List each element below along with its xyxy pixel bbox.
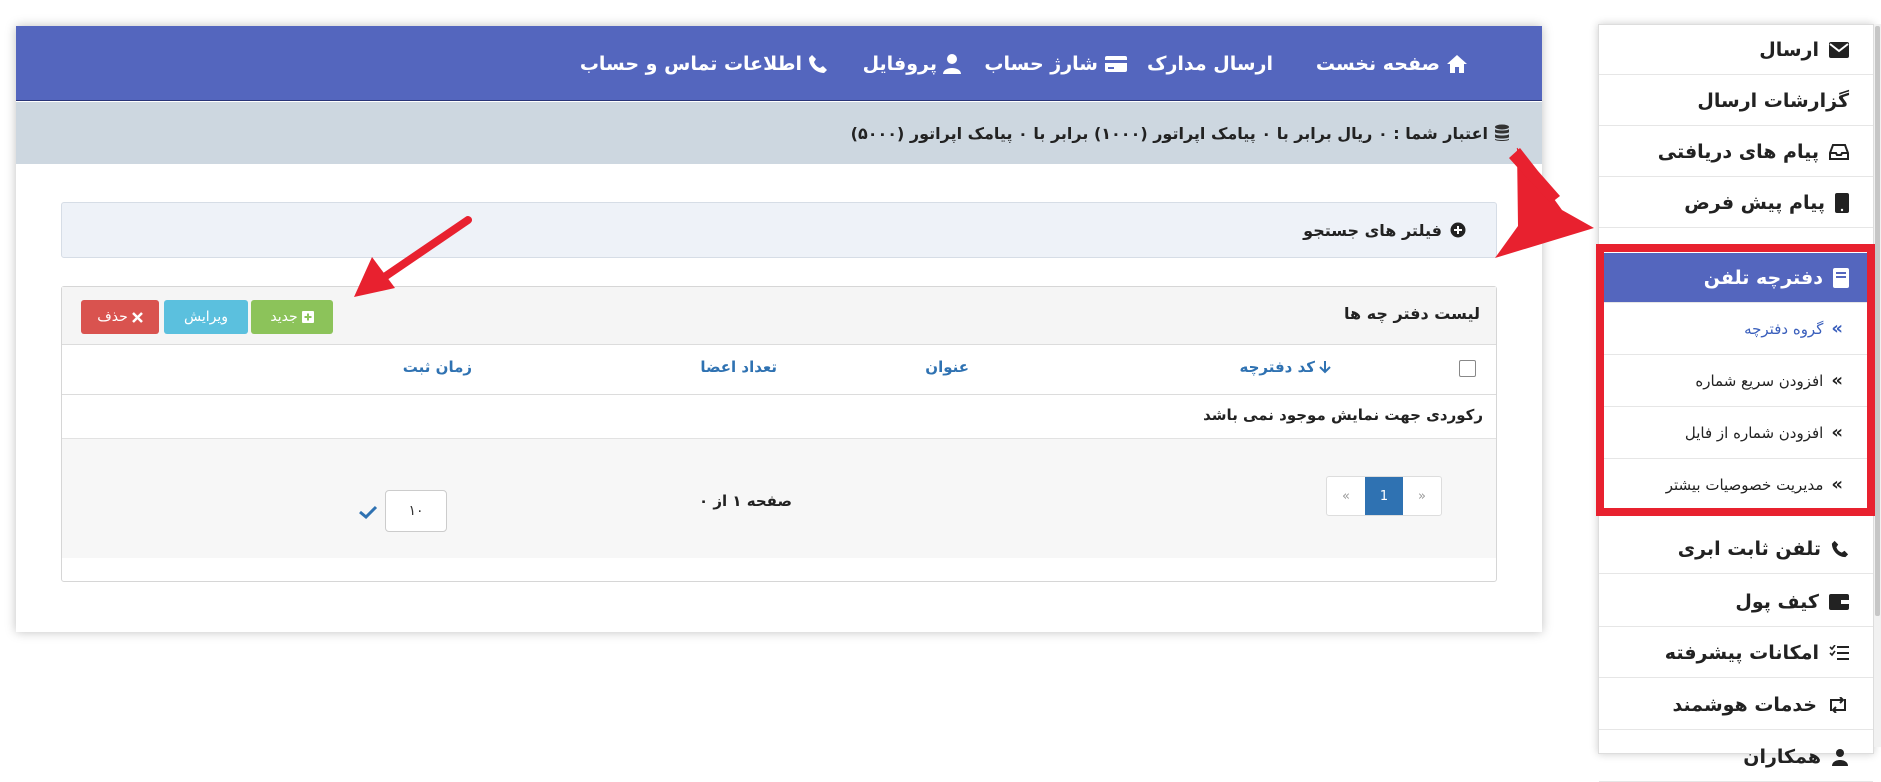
user-group-icon — [1832, 748, 1848, 766]
arrow-annotation-icon — [354, 216, 472, 297]
arrow-annotation-icon — [1495, 147, 1594, 258]
annotation-arrows — [354, 147, 1594, 297]
